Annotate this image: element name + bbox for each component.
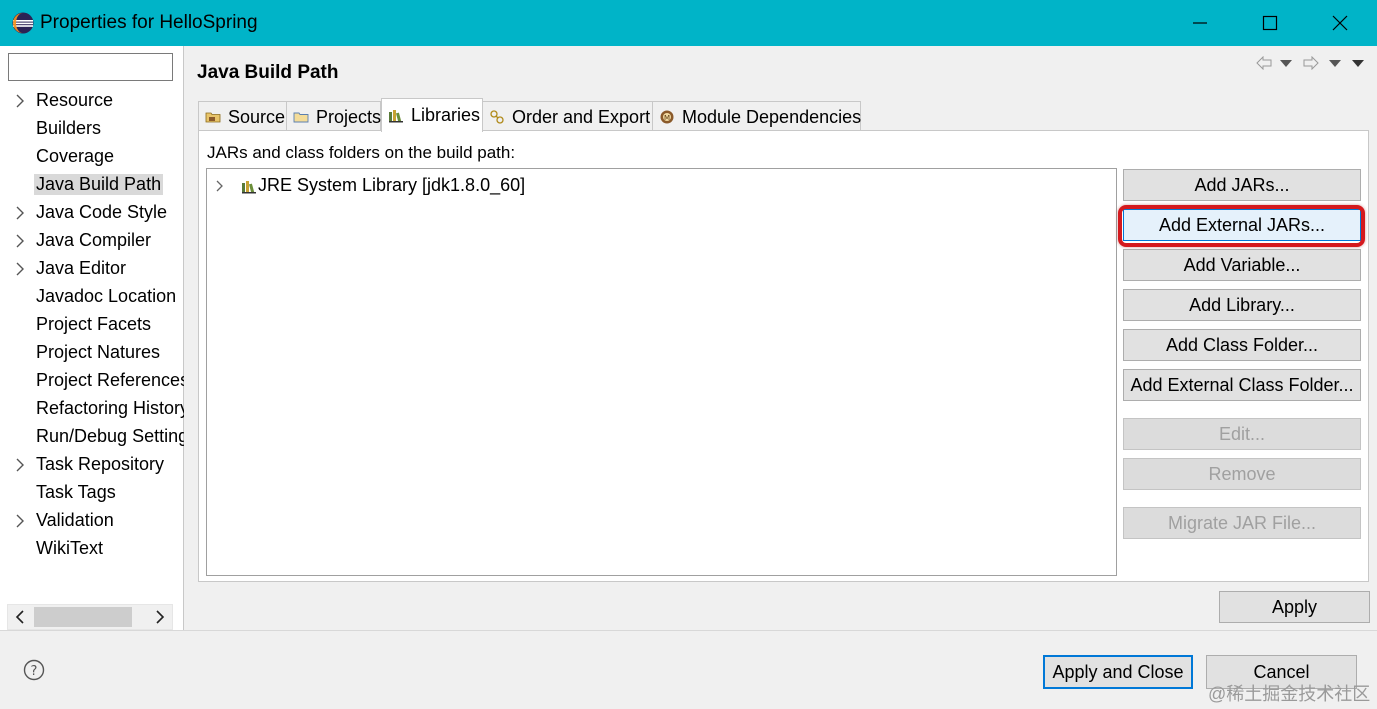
add-external-jars-button[interactable]: Add External JARs... bbox=[1123, 209, 1361, 241]
page-navigation bbox=[1254, 54, 1370, 74]
sidebar-item-label: Task Tags bbox=[36, 482, 116, 502]
libraries-tree[interactable]: JRE System Library [jdk1.8.0_60] bbox=[206, 168, 1117, 576]
window-title: Properties for HelloSpring bbox=[40, 12, 258, 33]
sidebar-item-project-natures[interactable]: Project Natures bbox=[0, 339, 184, 367]
sidebar-item-label: Java Editor bbox=[36, 258, 127, 278]
library-icon bbox=[389, 110, 403, 123]
tab-module-dependencies[interactable]: M Module Dependencies bbox=[652, 101, 861, 131]
tab-libraries[interactable]: Libraries bbox=[381, 98, 483, 132]
view-menu-chevron-down-icon[interactable] bbox=[1352, 60, 1364, 68]
sidebar-item-javadoc-location[interactable]: Javadoc Location bbox=[0, 283, 184, 311]
sidebar-item-wikitext[interactable]: WikiText bbox=[0, 535, 184, 563]
sidebar-item-coverage[interactable]: Coverage bbox=[0, 143, 184, 171]
help-icon[interactable]: ? bbox=[23, 659, 45, 681]
apply-and-close-button[interactable]: Apply and Close bbox=[1043, 655, 1193, 689]
sidebar-item-label: Task Repository bbox=[36, 454, 165, 474]
libraries-caption: JARs and class folders on the build path… bbox=[207, 143, 516, 162]
sidebar-item-label: Java Code Style bbox=[36, 202, 168, 222]
tab-source[interactable]: Source bbox=[198, 101, 287, 131]
footer-divider bbox=[0, 630, 1377, 631]
sidebar-item-java-code-style[interactable]: Java Code Style bbox=[0, 199, 184, 227]
sidebar-item-resource[interactable]: Resource bbox=[0, 87, 184, 115]
close-icon bbox=[1332, 15, 1348, 31]
sidebar-item-java-editor[interactable]: Java Editor bbox=[0, 255, 184, 283]
page-title: Java Build Path bbox=[197, 62, 339, 83]
tab-projects[interactable]: Projects bbox=[286, 101, 381, 131]
close-button[interactable] bbox=[1305, 0, 1375, 46]
edit-button[interactable]: Edit... bbox=[1123, 418, 1361, 450]
sidebar-item-label: Javadoc Location bbox=[36, 286, 177, 306]
sidebar-item-task-tags[interactable]: Task Tags bbox=[0, 479, 184, 507]
sidebar-item-label: Coverage bbox=[36, 146, 115, 166]
scroll-right-icon[interactable] bbox=[148, 605, 172, 629]
sidebar-item-refactoring-history[interactable]: Refactoring History bbox=[0, 395, 184, 423]
maximize-button[interactable] bbox=[1235, 0, 1305, 46]
library-label: JRE System Library [jdk1.8.0_60] bbox=[258, 175, 526, 195]
sidebar-item-label: Project Facets bbox=[36, 314, 152, 334]
minimize-button[interactable] bbox=[1165, 0, 1235, 46]
sidebar-item-label: Builders bbox=[36, 118, 102, 138]
add-jars-button[interactable]: Add JARs... bbox=[1123, 169, 1361, 201]
preferences-sidebar: Resource Builders Coverage Java Build Path J… bbox=[0, 46, 184, 631]
chevron-right-icon[interactable] bbox=[14, 514, 26, 528]
chevron-right-icon[interactable] bbox=[14, 262, 26, 276]
library-icon bbox=[242, 181, 256, 194]
add-external-class-folder-button[interactable]: Add External Class Folder... bbox=[1123, 369, 1361, 401]
add-class-folder-button[interactable]: Add Class Folder... bbox=[1123, 329, 1361, 361]
forward-arrow-icon[interactable] bbox=[1303, 56, 1319, 70]
projects-folder-icon bbox=[293, 112, 309, 123]
chevron-right-icon[interactable] bbox=[14, 94, 26, 108]
watermark: @稀土掘金技术社区 bbox=[1208, 684, 1371, 704]
minimize-icon bbox=[1193, 22, 1207, 24]
module-icon: M bbox=[660, 110, 674, 124]
forward-menu-chevron-down-icon[interactable] bbox=[1329, 60, 1341, 68]
sidebar-item-java-build-path[interactable]: Java Build Path bbox=[0, 171, 184, 199]
apply-button[interactable]: Apply bbox=[1219, 591, 1370, 623]
sidebar-item-builders[interactable]: Builders bbox=[0, 115, 184, 143]
title-bar: Properties for HelloSpring bbox=[0, 0, 1377, 46]
add-variable-button[interactable]: Add Variable... bbox=[1123, 249, 1361, 281]
sidebar-item-project-references[interactable]: Project References bbox=[0, 367, 184, 395]
svg-text:M: M bbox=[664, 114, 670, 122]
chevron-right-icon[interactable] bbox=[14, 206, 26, 220]
maximize-icon bbox=[1262, 15, 1278, 31]
migrate-jar-button[interactable]: Migrate JAR File... bbox=[1123, 507, 1361, 539]
filter-input[interactable] bbox=[8, 53, 173, 81]
tab-order-and-export[interactable]: Order and Export bbox=[482, 101, 653, 131]
eclipse-icon bbox=[12, 12, 34, 34]
sidebar-item-label: Validation bbox=[36, 510, 114, 530]
sidebar-item-java-compiler[interactable]: Java Compiler bbox=[0, 227, 184, 255]
sidebar-item-label: Java Compiler bbox=[36, 230, 152, 250]
sidebar-item-run-debug-settings[interactable]: Run/Debug Settings bbox=[0, 423, 184, 451]
sidebar-item-label: Java Build Path bbox=[34, 174, 164, 195]
chevron-right-icon[interactable] bbox=[14, 234, 26, 248]
sidebar-item-label: Project References bbox=[36, 370, 184, 390]
order-export-icon bbox=[490, 110, 504, 124]
back-menu-chevron-down-icon[interactable] bbox=[1280, 60, 1292, 68]
scrollbar-thumb[interactable] bbox=[34, 607, 132, 627]
source-folder-icon bbox=[205, 112, 221, 123]
chevron-right-icon[interactable] bbox=[215, 180, 225, 192]
remove-button[interactable]: Remove bbox=[1123, 458, 1361, 490]
back-arrow-icon[interactable] bbox=[1256, 56, 1272, 70]
sidebar-item-project-facets[interactable]: Project Facets bbox=[0, 311, 184, 339]
sidebar-item-task-repository[interactable]: Task Repository bbox=[0, 451, 184, 479]
sidebar-item-label: Run/Debug Settings bbox=[36, 426, 184, 446]
sidebar-item-label: Refactoring History bbox=[36, 398, 184, 418]
svg-text:?: ? bbox=[31, 664, 38, 679]
add-library-button[interactable]: Add Library... bbox=[1123, 289, 1361, 321]
sidebar-item-label: WikiText bbox=[36, 538, 103, 558]
sidebar-item-label: Resource bbox=[36, 90, 114, 110]
sidebar-item-validation[interactable]: Validation bbox=[0, 507, 184, 535]
chevron-right-icon[interactable] bbox=[14, 458, 26, 472]
scroll-left-icon[interactable] bbox=[8, 605, 32, 629]
sidebar-item-label: Project Natures bbox=[36, 342, 161, 362]
sidebar-horizontal-scrollbar[interactable] bbox=[7, 604, 173, 630]
